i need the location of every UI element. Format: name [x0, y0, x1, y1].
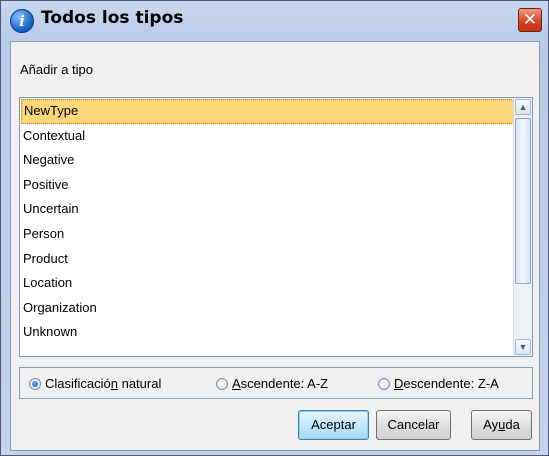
add-to-type-label: Añadir a tipo	[20, 62, 93, 77]
type-list-items: NewType Contextual Negative Positive Unc…	[21, 99, 514, 345]
list-item-location[interactable]: Location	[21, 271, 514, 296]
radio-unselected-icon[interactable]	[378, 377, 390, 390]
list-item-uncertain[interactable]: Uncertain	[21, 197, 514, 222]
scroll-up-arrow-icon[interactable]: ▲	[515, 99, 531, 115]
radio-unselected-icon[interactable]	[216, 377, 228, 390]
list-item-person[interactable]: Person	[21, 222, 514, 247]
list-item-newtype[interactable]: NewType	[21, 99, 514, 124]
radio-ascending-label: Ascendente: A-Z	[232, 376, 329, 391]
radio-descending-sort[interactable]: Descendente: Z-A	[378, 376, 499, 391]
dialog-body: Añadir a tipo NewType Contextual Negativ…	[10, 41, 540, 451]
cancel-button[interactable]: Cancelar	[376, 410, 451, 440]
radio-ascending-sort[interactable]: Ascendente: A-Z	[216, 376, 328, 391]
sort-options-group: Clasificación natural Ascendente: A-Z De…	[19, 367, 533, 399]
radio-descending-label: Descendente: Z-A	[394, 376, 499, 391]
info-icon: i	[10, 9, 34, 33]
help-button[interactable]: Ayuda	[471, 410, 532, 440]
scroll-down-arrow-icon[interactable]: ▼	[515, 339, 531, 355]
list-item-contextual[interactable]: Contextual	[21, 124, 514, 149]
window-title: Todos los tipos	[41, 8, 184, 28]
title-bar[interactable]: i Todos los tipos ✕	[1, 1, 548, 41]
radio-selected-icon[interactable]	[29, 377, 41, 390]
close-icon: ✕	[522, 10, 538, 30]
list-item-organization[interactable]: Organization	[21, 296, 514, 321]
ok-button[interactable]: Aceptar	[298, 410, 369, 440]
list-item-product[interactable]: Product	[21, 247, 514, 272]
type-list[interactable]: NewType Contextual Negative Positive Unc…	[19, 97, 533, 357]
list-item-unknown[interactable]: Unknown	[21, 320, 514, 345]
list-scrollbar[interactable]: ▲ ▼	[513, 98, 532, 356]
scroll-thumb[interactable]	[515, 118, 531, 284]
list-item-negative[interactable]: Negative	[21, 148, 514, 173]
dialog-window: i Todos los tipos ✕ Añadir a tipo NewTyp…	[0, 0, 549, 456]
list-item-positive[interactable]: Positive	[21, 173, 514, 198]
close-button[interactable]: ✕	[518, 8, 542, 32]
radio-natural-sort[interactable]: Clasificación natural	[29, 376, 161, 391]
radio-natural-label: Clasificación natural	[45, 376, 162, 391]
